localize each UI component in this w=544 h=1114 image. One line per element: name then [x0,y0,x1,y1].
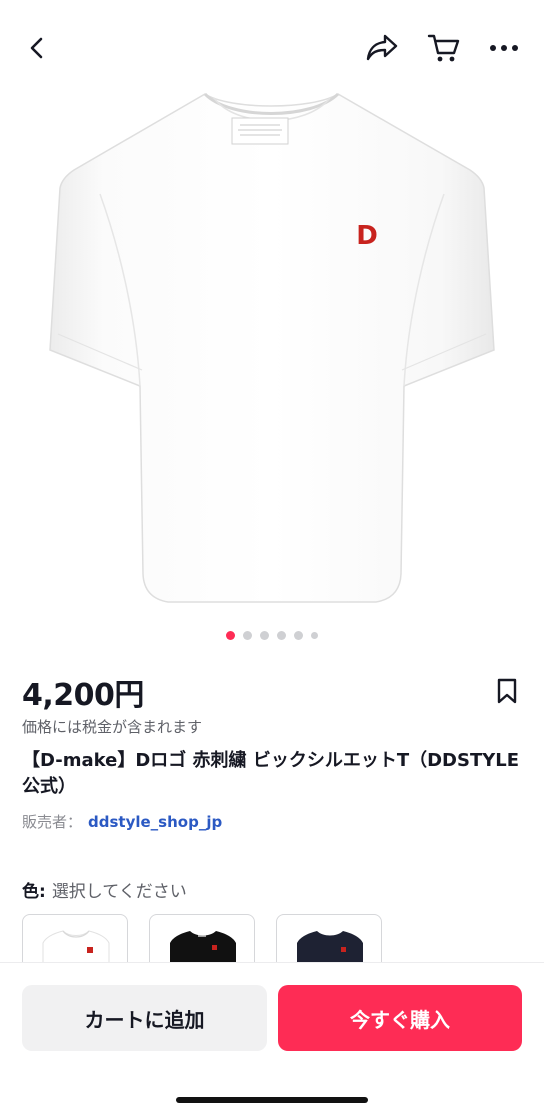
carousel-dot[interactable] [260,631,269,640]
chevron-left-icon [30,37,43,59]
cart-icon [427,34,460,62]
cart-button[interactable] [424,28,464,68]
seller-link[interactable]: ddstyle_shop_jp [88,813,222,831]
home-indicator[interactable] [176,1097,368,1103]
carousel-dot[interactable] [226,631,235,640]
more-dots-icon [490,45,518,51]
share-arrow-icon [366,34,398,61]
seller-row: 販売者： ddstyle_shop_jp [22,811,222,832]
color-selector-header: 色: 選択してください [22,877,187,902]
carousel-dot[interactable] [294,631,303,640]
add-to-cart-button[interactable]: カートに追加 [22,985,267,1051]
tshirt-image: D [49,92,495,603]
carousel-dot[interactable] [311,632,318,639]
tax-note: 価格には税金が含まれます [22,718,203,736]
share-button[interactable] [362,28,402,68]
top-bar [0,0,544,92]
carousel-dot[interactable] [277,631,286,640]
d-logo-embroidery: D [356,221,378,251]
bottom-action-bar: カートに追加 今すぐ購入 [0,962,544,1114]
more-button[interactable] [484,28,524,68]
buy-now-button[interactable]: 今すぐ購入 [278,985,522,1051]
bookmark-icon [497,678,517,704]
bookmark-button[interactable] [490,674,524,708]
color-placeholder: 選択してください [51,882,187,902]
product-image[interactable]: D [0,84,544,624]
price: 4,200円 [22,678,144,713]
product-title: 【D-make】Dロゴ 赤刺繍 ビックシルエットT（DDSTYLE公式） [22,750,520,797]
back-button[interactable] [18,28,58,68]
carousel-indicator[interactable] [0,631,544,640]
carousel-dot[interactable] [243,631,252,640]
seller-label: 販売者： [22,813,83,831]
color-label: 色: [22,882,46,902]
